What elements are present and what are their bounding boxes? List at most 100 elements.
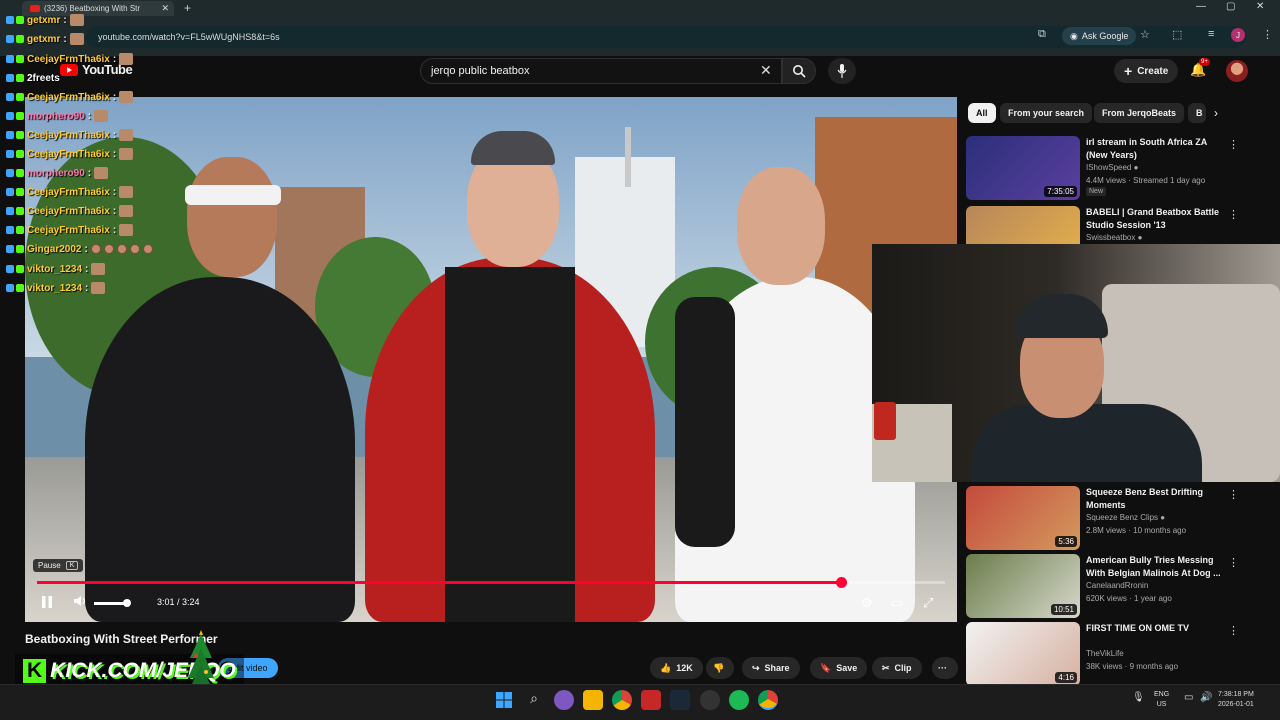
ask-google-button[interactable]: ◉ Ask Google: [1062, 27, 1137, 45]
recommendation-title[interactable]: Squeeze Benz Best Drifting Moments: [1086, 486, 1226, 512]
fullscreen-icon[interactable]: ⤢: [923, 595, 933, 611]
new-tab-button[interactable]: +: [184, 1, 191, 15]
chat-text: :: [87, 110, 92, 122]
chip-from-your-search[interactable]: From your search: [1000, 103, 1093, 123]
browser-menu-icon[interactable]: ⋮: [1262, 28, 1273, 41]
settings-gear-icon[interactable]: ⚙: [861, 595, 873, 611]
extensions-icon[interactable]: ⬚: [1172, 28, 1182, 41]
clock[interactable]: 7:38:18 PM 2026-01-01: [1218, 690, 1254, 710]
chat-username[interactable]: viktor_1234: [27, 264, 82, 275]
channel-name[interactable]: CanelaandRronin: [1086, 581, 1148, 590]
chat-username[interactable]: CeejayFrmTha6ix: [27, 130, 110, 141]
more-options-icon[interactable]: ⋮: [1228, 556, 1239, 569]
chat-username[interactable]: getxmr: [27, 34, 60, 45]
video-thumbnail[interactable]: 10:51: [966, 554, 1080, 618]
video-thumbnail[interactable]: 5:36: [966, 486, 1080, 550]
start-icon[interactable]: [494, 690, 514, 710]
video-meta: 38K views · 9 months ago: [1086, 662, 1179, 671]
chat-badges: [6, 169, 24, 177]
close-window-icon[interactable]: ✕: [1256, 1, 1264, 12]
chrome-active-icon[interactable]: [758, 690, 778, 710]
maximize-icon[interactable]: ▢: [1226, 1, 1235, 12]
profile-avatar[interactable]: J: [1231, 28, 1245, 42]
pause-button[interactable]: [41, 595, 53, 612]
reading-list-icon[interactable]: ≡: [1208, 28, 1214, 40]
chat-username[interactable]: morphero90: [27, 111, 85, 122]
chat-message: CeejayFrmTha6ix:: [6, 222, 134, 238]
badge-icon: [16, 74, 24, 82]
more-options-icon[interactable]: ⋮: [1228, 138, 1239, 151]
chat-username[interactable]: CeejayFrmTha6ix: [27, 187, 110, 198]
theater-mode-icon[interactable]: ▭: [891, 595, 903, 611]
app-icon-2[interactable]: [700, 690, 720, 710]
chat-username[interactable]: CeejayFrmTha6ix: [27, 54, 110, 65]
more-options-icon[interactable]: ⋮: [1228, 208, 1239, 221]
search-input[interactable]: jerqo public beatbox: [420, 58, 782, 84]
file-explorer-icon[interactable]: [583, 690, 603, 710]
chip-more[interactable]: B: [1188, 103, 1206, 123]
chat-username[interactable]: CeejayFrmTha6ix: [27, 149, 110, 160]
cast-icon[interactable]: ⧉: [1038, 28, 1046, 41]
recommendation-item[interactable]: 7:35:05 irl stream in South Africa ZA (Ne…: [966, 136, 1266, 202]
spotify-icon[interactable]: [729, 690, 749, 710]
search-button[interactable]: [782, 58, 816, 84]
chat-username[interactable]: Gingar2002: [27, 244, 81, 255]
search-taskbar-icon[interactable]: ⌕: [524, 690, 544, 710]
volume-button[interactable]: [73, 595, 87, 610]
network-icon[interactable]: ▭: [1184, 692, 1193, 703]
close-tab-icon[interactable]: ✕: [161, 3, 169, 14]
language-indicator[interactable]: ENG US: [1154, 690, 1169, 710]
recommendation-title[interactable]: irl stream in South Africa ZA (New Years…: [1086, 136, 1226, 162]
chat-username[interactable]: morphero90: [27, 168, 85, 179]
chrome-icon[interactable]: [612, 690, 632, 710]
recommendation-title[interactable]: American Bully Tries Messing With Belgia…: [1086, 554, 1226, 580]
app-icon[interactable]: [641, 690, 661, 710]
channel-name[interactable]: IShowSpeed ●: [1086, 163, 1138, 172]
steam-icon[interactable]: [670, 690, 690, 710]
bookmark-star-icon[interactable]: ☆: [1140, 28, 1150, 41]
channel-name[interactable]: Swissbeatbox ●: [1086, 233, 1142, 242]
like-button[interactable]: 👍 12K: [650, 657, 703, 679]
chat-username[interactable]: viktor_1234: [27, 283, 82, 294]
account-avatar[interactable]: [1226, 60, 1248, 82]
recommendation-item[interactable]: 4:16 FIRST TIME ON OME TV TheVikLife 38K vi…: [966, 622, 1266, 688]
create-button[interactable]: + Create: [1114, 59, 1179, 83]
chat-username[interactable]: 2freets: [27, 73, 60, 84]
channel-name[interactable]: TheVikLife: [1086, 649, 1124, 658]
video-thumbnail[interactable]: 4:16: [966, 622, 1080, 686]
microphone-tray-icon[interactable]: 🎙: [1132, 692, 1145, 703]
clear-search-icon[interactable]: ✕: [760, 62, 772, 79]
chat-username[interactable]: CeejayFrmTha6ix: [27, 206, 110, 217]
recommendation-title[interactable]: BABELI | Grand Beatbox Battle Studio Ses…: [1086, 206, 1226, 232]
chat-username[interactable]: CeejayFrmTha6ix: [27, 225, 110, 236]
chat-badges: [6, 207, 24, 215]
more-options-icon[interactable]: ⋮: [1228, 488, 1239, 501]
recommendation-title[interactable]: FIRST TIME ON OME TV: [1086, 622, 1226, 635]
clip-button[interactable]: ✂ Clip: [872, 657, 922, 679]
save-button[interactable]: 🔖 Save: [810, 657, 868, 679]
emote-icon: [94, 167, 109, 179]
chevron-right-icon[interactable]: ›: [1214, 106, 1218, 120]
badge-icon: [16, 265, 24, 273]
chat-app-icon[interactable]: [554, 690, 574, 710]
minimize-icon[interactable]: —: [1196, 1, 1206, 12]
chip-from-jerqobeats[interactable]: From JerqoBeats: [1094, 103, 1185, 123]
volume-knob[interactable]: [123, 599, 131, 607]
dislike-button[interactable]: 👎: [706, 657, 734, 679]
badge-icon: [6, 169, 14, 177]
chat-badges: [6, 150, 24, 158]
speaker-icon[interactable]: 🔊: [1200, 692, 1212, 703]
recommendation-item[interactable]: 10:51 American Bully Tries Messing With B…: [966, 554, 1266, 620]
more-actions-button[interactable]: ···: [932, 657, 958, 679]
chat-username[interactable]: CeejayFrmTha6ix: [27, 92, 110, 103]
share-button[interactable]: ↪ Share: [742, 657, 800, 679]
chip-all[interactable]: All: [968, 103, 996, 123]
video-thumbnail[interactable]: 7:35:05: [966, 136, 1080, 200]
chat-username[interactable]: getxmr: [27, 15, 60, 26]
more-options-icon[interactable]: ⋮: [1228, 624, 1239, 637]
video-player[interactable]: Pause K 3:01 / 3:24 ⚙ ▭ ⤢: [25, 97, 957, 622]
notifications-button[interactable]: 🔔 9+: [1190, 58, 1210, 78]
recommendation-item[interactable]: 5:36 Squeeze Benz Best Drifting Moments Sq…: [966, 486, 1266, 552]
channel-name[interactable]: Squeeze Benz Clips ●: [1086, 513, 1165, 522]
voice-search-button[interactable]: [828, 58, 856, 84]
